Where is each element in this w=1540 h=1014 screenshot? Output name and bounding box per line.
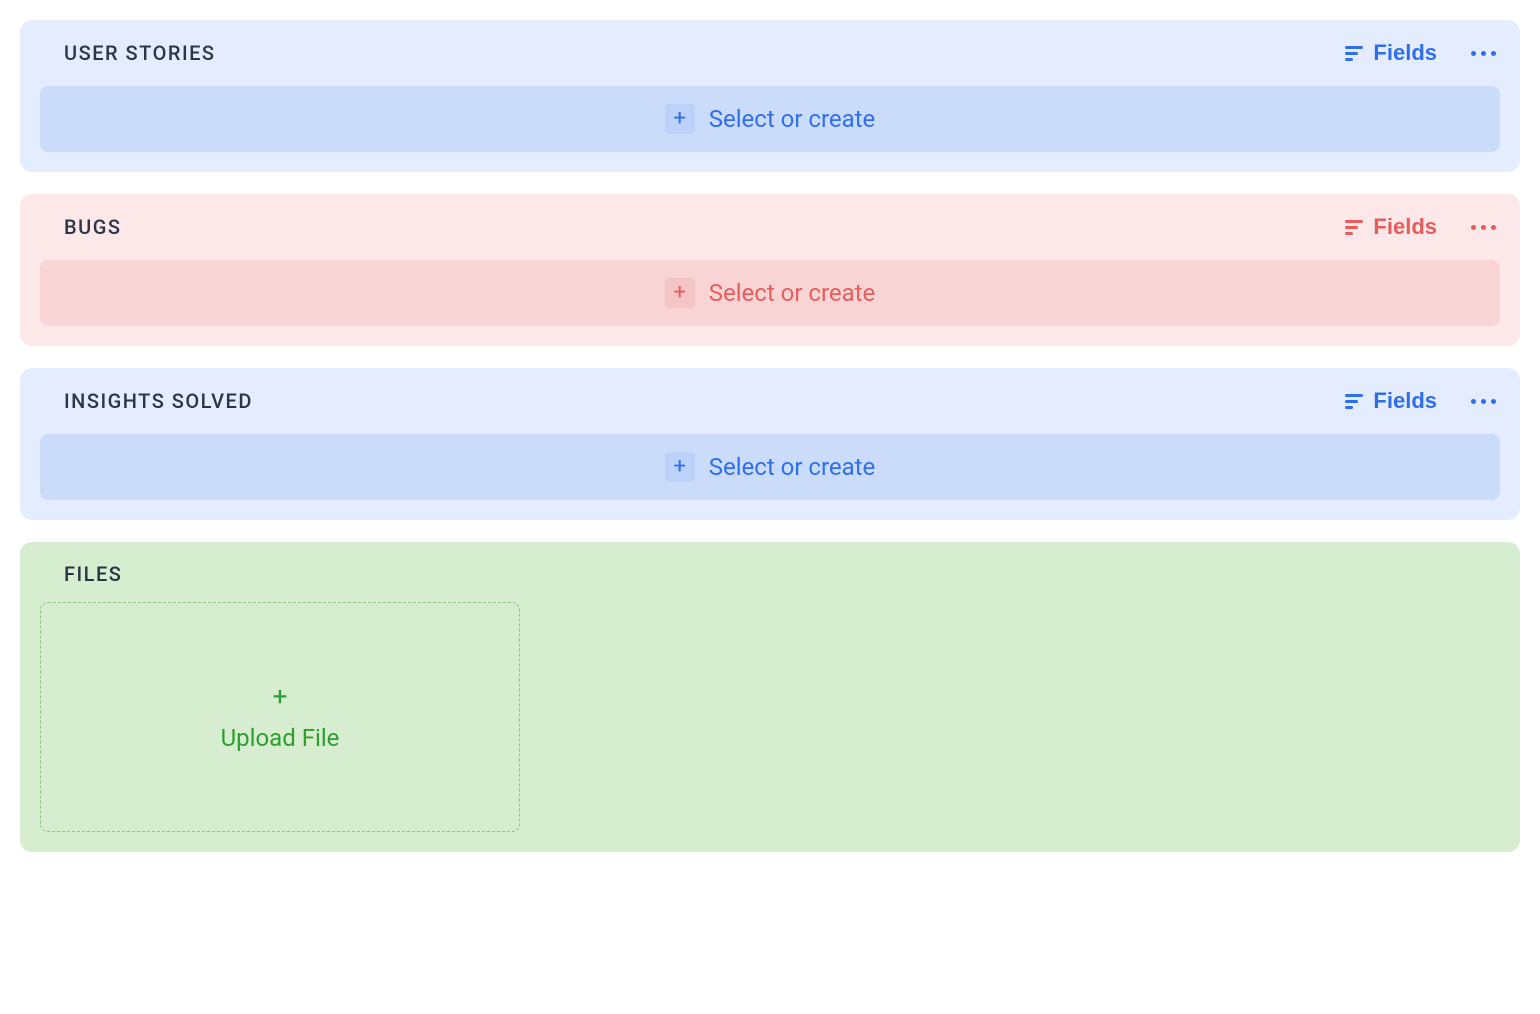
section-header: BUGS Fields: [40, 214, 1500, 240]
select-or-create-label: Select or create: [709, 453, 876, 481]
select-or-create-row[interactable]: + Select or create: [40, 86, 1500, 152]
select-or-create-label: Select or create: [709, 279, 876, 307]
select-or-create-row[interactable]: + Select or create: [40, 434, 1500, 500]
section-title: USER STORIES: [40, 41, 216, 65]
dots-icon: [1471, 51, 1476, 56]
filter-icon: [1345, 394, 1363, 409]
section-title: BUGS: [40, 215, 121, 239]
fields-button[interactable]: Fields: [1345, 40, 1437, 66]
filter-icon: [1345, 220, 1363, 235]
dots-icon: [1471, 399, 1476, 404]
fields-button[interactable]: Fields: [1345, 214, 1437, 240]
header-actions: Fields: [1345, 40, 1500, 66]
fields-button[interactable]: Fields: [1345, 388, 1437, 414]
fields-label: Fields: [1373, 388, 1437, 414]
section-title: FILES: [40, 562, 122, 586]
section-header: INSIGHTS SOLVED Fields: [40, 388, 1500, 414]
section-header: USER STORIES Fields: [40, 40, 1500, 66]
select-or-create-label: Select or create: [709, 105, 876, 133]
section-title: INSIGHTS SOLVED: [40, 389, 253, 413]
filter-icon: [1345, 46, 1363, 61]
fields-label: Fields: [1373, 40, 1437, 66]
more-button[interactable]: [1467, 51, 1500, 56]
fields-label: Fields: [1373, 214, 1437, 240]
more-button[interactable]: [1467, 225, 1500, 230]
plus-badge: +: [665, 278, 695, 308]
plus-icon: +: [273, 682, 288, 712]
section-files: FILES + Upload File: [20, 542, 1520, 852]
upload-file-box[interactable]: + Upload File: [40, 602, 520, 832]
more-button[interactable]: [1467, 399, 1500, 404]
upload-file-label: Upload File: [221, 724, 340, 752]
plus-icon: +: [673, 108, 685, 130]
header-actions: Fields: [1345, 214, 1500, 240]
select-or-create-row[interactable]: + Select or create: [40, 260, 1500, 326]
plus-icon: +: [673, 456, 685, 478]
dots-icon: [1471, 225, 1476, 230]
section-insights-solved: INSIGHTS SOLVED Fields + Select or creat…: [20, 368, 1520, 520]
plus-badge: +: [665, 452, 695, 482]
section-bugs: BUGS Fields + Select or create: [20, 194, 1520, 346]
plus-badge: +: [665, 104, 695, 134]
plus-icon: +: [673, 282, 685, 304]
header-actions: Fields: [1345, 388, 1500, 414]
section-header: FILES: [40, 562, 1500, 586]
section-user-stories: USER STORIES Fields + Select or create: [20, 20, 1520, 172]
